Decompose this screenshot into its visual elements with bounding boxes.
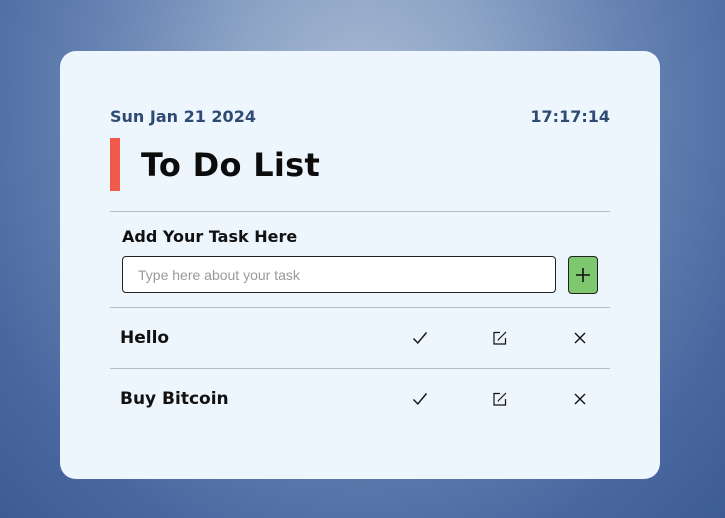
complete-task-button[interactable] [409,327,431,349]
task-row: Buy Bitcoin [110,369,610,429]
close-icon [574,393,586,405]
complete-task-button[interactable] [409,388,431,410]
title-section: To Do List [110,138,320,191]
divider [110,211,610,212]
current-date: Sun Jan 21 2024 [110,106,256,126]
edit-task-button[interactable] [489,327,511,349]
task-name: Hello [120,328,170,348]
add-task-button[interactable] [568,256,598,294]
task-input[interactable] [122,256,556,293]
page-title: To Do List [141,145,321,184]
edit-task-button[interactable] [489,388,511,410]
close-icon [574,332,586,344]
task-row: Hello [110,308,610,368]
edit-icon [493,392,507,406]
todo-card: Sun Jan 21 2024 17:17:14 To Do List Add … [60,51,660,479]
task-name: Buy Bitcoin [120,389,229,409]
check-icon [412,332,428,345]
date-time-row: Sun Jan 21 2024 17:17:14 [110,105,610,127]
check-icon [412,393,428,406]
add-task-label: Add Your Task Here [122,227,298,246]
title-accent-bar [110,138,120,191]
edit-icon [493,331,507,345]
current-time: 17:17:14 [530,106,610,126]
delete-task-button[interactable] [569,388,591,410]
plus-icon [576,268,590,282]
delete-task-button[interactable] [569,327,591,349]
